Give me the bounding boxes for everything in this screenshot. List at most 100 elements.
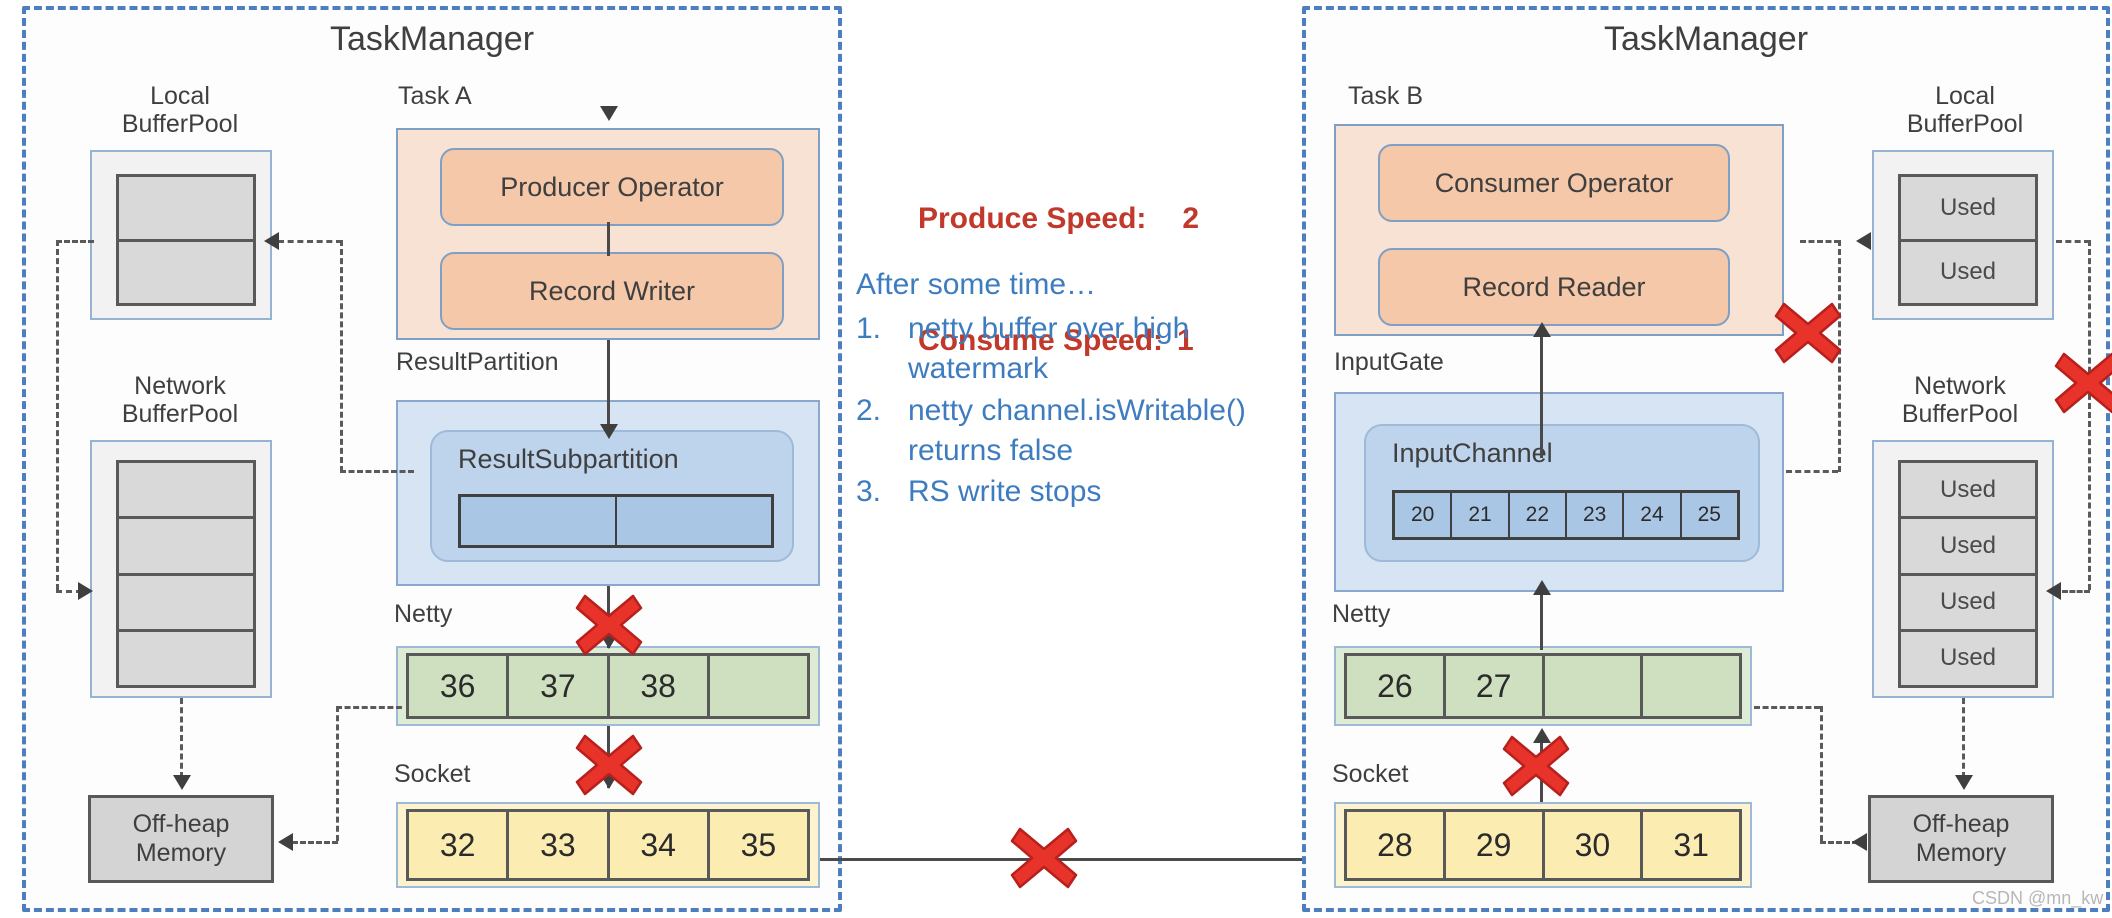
left-taskmanager-title: TaskManager <box>329 20 535 58</box>
list-item: 3. RS write stops <box>856 472 1306 512</box>
pool-slot <box>119 463 253 520</box>
socket-cell: 28 <box>1347 812 1446 878</box>
netty-cell <box>1544 656 1644 716</box>
backpressure-diagram: TaskManager Local BufferPool Network Buf… <box>0 0 2112 918</box>
input-channel-label: InputChannel <box>1392 438 1553 468</box>
netty-cell: 36 <box>409 656 510 716</box>
right-local-bufferpool: Used Used <box>1872 150 2054 320</box>
dashed-connector <box>1786 470 1838 473</box>
red-x-icon <box>1008 825 1080 891</box>
dashed-connector <box>1754 706 1820 709</box>
pool-slot <box>119 631 253 685</box>
arrow-left-icon <box>264 232 279 250</box>
arrow-down-icon <box>1955 775 1973 790</box>
dashed-connector <box>56 240 59 590</box>
result-subpartition-cells <box>458 494 774 548</box>
right-netty-caption: Netty <box>1332 600 1391 628</box>
red-x-icon <box>2052 350 2112 416</box>
dashed-connector <box>56 240 94 243</box>
buffer-cell: 23 <box>1566 493 1625 537</box>
steps-annotation: After some time… 1. netty buffer over hi… <box>856 265 1306 514</box>
step-number: 1. <box>856 311 882 345</box>
step-text: netty buffer over high watermark <box>908 311 1190 385</box>
right-socket-cells: 28 29 30 31 <box>1344 809 1742 881</box>
socket-cell: 33 <box>509 812 610 878</box>
dashed-connector <box>1962 698 1965 778</box>
left-network-bufferpool-caption: Network BufferPool <box>121 372 239 428</box>
left-task-caption: Task A <box>398 82 472 110</box>
left-local-bufferpool-caption: Local BufferPool <box>121 82 239 138</box>
pool-slot <box>119 177 253 242</box>
red-x-icon <box>1500 733 1572 799</box>
red-x-icon <box>1772 300 1844 366</box>
socket-cell: 30 <box>1544 812 1644 878</box>
pool-slot <box>119 575 253 632</box>
consumer-operator-box: Consumer Operator <box>1378 144 1730 222</box>
left-netty-caption: Netty <box>394 600 453 628</box>
netty-cell: 27 <box>1445 656 1545 716</box>
left-netty-bar: 36 37 38 <box>396 646 820 726</box>
step-text: netty channel.isWritable() returns false <box>908 393 1246 467</box>
dashed-connector <box>292 841 338 844</box>
right-network-bufferpool: Used Used Used Used <box>1872 440 2054 698</box>
netty-cell <box>709 656 807 716</box>
buffer-cell: 25 <box>1681 493 1737 537</box>
step-number: 2. <box>856 393 882 427</box>
right-local-bufferpool-caption: Local BufferPool <box>1906 82 2024 138</box>
list-item: 1. netty buffer over high watermark <box>856 309 1306 389</box>
arrow-up-icon <box>1533 322 1551 337</box>
netty-cell: 37 <box>509 656 610 716</box>
pool-slot: Used <box>1901 177 2035 242</box>
buffer-cell: 22 <box>1509 493 1567 537</box>
socket-cell: 31 <box>1643 812 1739 878</box>
input-channel-box: InputChannel 20 21 22 23 24 25 <box>1364 424 1760 562</box>
left-socket-caption: Socket <box>394 760 471 788</box>
buffer-cell: 21 <box>1452 493 1510 537</box>
socket-cell: 35 <box>709 812 807 878</box>
dashed-connector <box>2062 590 2090 593</box>
netty-cell: 26 <box>1347 656 1446 716</box>
watermark: CSDN @mn_kw <box>1972 888 2104 908</box>
netty-cell <box>1643 656 1739 716</box>
dashed-connector <box>340 240 343 472</box>
left-netty-cells: 36 37 38 <box>406 653 810 719</box>
flow-line <box>1540 592 1543 650</box>
right-network-bufferpool-caption: Network BufferPool <box>1901 372 2019 428</box>
steps-list: 1. netty buffer over high watermark 2. n… <box>856 309 1306 512</box>
right-socket-bar: 28 29 30 31 <box>1334 802 1752 888</box>
arrow-right-icon <box>78 582 93 600</box>
right-offheap-memory: Off-heap Memory <box>1868 795 2054 883</box>
arrow-down-icon <box>173 775 191 790</box>
buffer-cell <box>461 497 617 545</box>
record-reader-box: Record Reader <box>1378 248 1730 326</box>
dashed-connector <box>336 706 339 841</box>
buffer-cell <box>617 497 771 545</box>
right-taskmanager-title: TaskManager <box>1603 20 1809 58</box>
arrow-right-icon <box>1856 232 1871 250</box>
produce-speed-label: Produce Speed: <box>918 202 1147 235</box>
red-x-icon <box>573 592 645 658</box>
dashed-connector <box>2056 240 2090 243</box>
right-local-bufferpool-slots: Used Used <box>1898 174 2038 306</box>
left-socket-cells: 32 33 34 35 <box>406 809 810 881</box>
arrow-down-icon <box>600 424 618 439</box>
dashed-connector <box>340 470 414 473</box>
pool-slot: Used <box>1901 575 2035 632</box>
step-text: RS write stops <box>908 475 1102 509</box>
pool-slot <box>119 241 253 303</box>
right-netty-cells: 26 27 <box>1344 653 1742 719</box>
producer-operator-box: Producer Operator <box>440 148 784 226</box>
left-resultpartition-caption: ResultPartition <box>396 348 559 376</box>
pool-slot: Used <box>1901 519 2035 576</box>
record-writer-box: Record Writer <box>440 252 784 330</box>
socket-cell: 32 <box>409 812 510 878</box>
pool-slot: Used <box>1901 631 2035 685</box>
flow-line <box>607 340 610 430</box>
red-x-icon <box>573 732 645 798</box>
right-task-box: Consumer Operator Record Reader <box>1334 124 1784 336</box>
left-socket-bar: 32 33 34 35 <box>396 802 820 888</box>
flow-line <box>1540 336 1543 458</box>
dashed-connector <box>278 240 342 243</box>
result-subpartition-box: ResultSubpartition <box>430 430 794 562</box>
left-local-bufferpool <box>90 150 272 320</box>
